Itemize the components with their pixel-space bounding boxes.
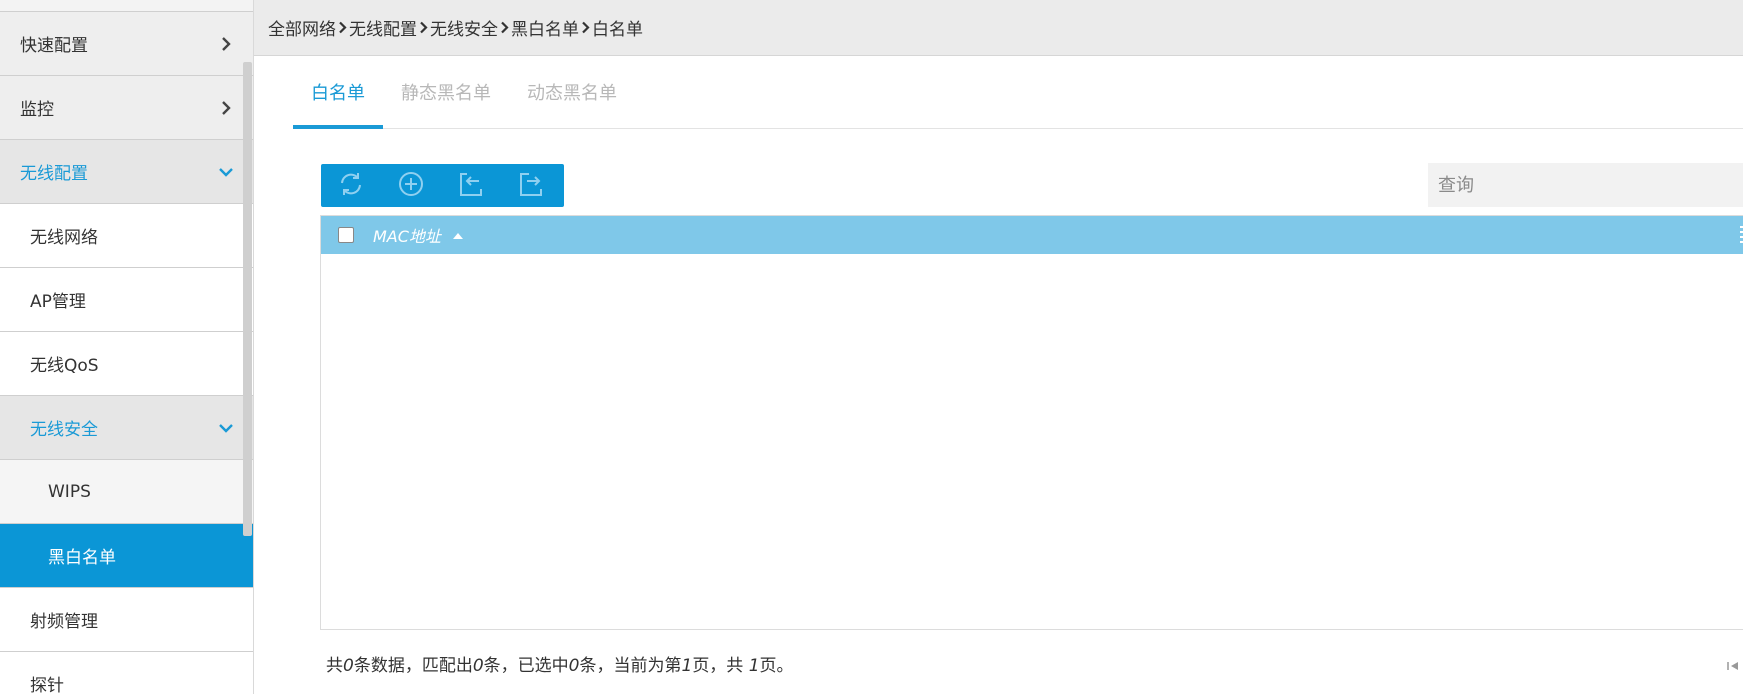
first-page-icon[interactable] — [1727, 657, 1739, 670]
breadcrumb-current: 白名单 — [592, 20, 643, 40]
sidebar-item-quick-config[interactable]: 快速配置 — [0, 12, 253, 76]
sidebar-item-ap-management[interactable]: AP管理 — [0, 268, 253, 332]
chevron-right-icon — [581, 21, 590, 34]
breadcrumb-item[interactable]: 无线配置 — [349, 15, 417, 40]
sidebar-item-probe[interactable]: 探针 — [0, 652, 253, 694]
sidebar-item-label: 无线配置 — [20, 164, 88, 184]
sort-ascending-icon — [452, 232, 463, 239]
matched-count: 0 — [472, 656, 484, 676]
status-text: 条，已选中 — [483, 656, 569, 676]
table-status: 共0条数据，匹配出0条，已选中0条，当前为第1页，共 1页。 — [326, 651, 794, 676]
export-icon — [517, 170, 545, 202]
sidebar: 快速配置 监控 无线配置 无线网络 AP管理 无线QoS 无线安全 WIPS 黑… — [0, 0, 254, 694]
sidebar-item-label: 快速配置 — [20, 36, 88, 56]
total-pages: 1 — [748, 656, 760, 676]
select-all-checkbox[interactable] — [338, 227, 354, 243]
status-text: 页，共 — [692, 656, 749, 676]
chevron-right-icon — [500, 21, 509, 34]
sidebar-item-black-white-list[interactable]: 黑白名单 — [0, 524, 253, 588]
sidebar-item-label: 探针 — [30, 676, 64, 694]
refresh-button[interactable] — [321, 164, 381, 207]
status-text: 页。 — [759, 656, 794, 676]
column-header-mac[interactable]: MAC地址 — [373, 223, 463, 247]
sidebar-item-label: WIPS — [48, 481, 91, 502]
import-icon — [457, 170, 485, 202]
breadcrumb-item[interactable]: 全部网络 — [268, 15, 336, 40]
sidebar-scrollbar[interactable] — [243, 62, 252, 536]
chevron-right-icon — [338, 21, 347, 34]
chevron-right-icon — [419, 21, 428, 34]
status-text: 条数据，匹配出 — [353, 656, 473, 676]
tab-static-blacklist[interactable]: 静态黑名单 — [383, 56, 509, 128]
column-header-label: MAC地址 — [373, 227, 441, 246]
add-circle-icon — [397, 170, 425, 202]
tab-bar: 白名单 静态黑名单 动态黑名单 — [293, 56, 1743, 129]
refresh-icon — [337, 170, 365, 202]
toolbar — [321, 164, 564, 207]
table-header: MAC地址 — [321, 216, 1743, 254]
breadcrumb-item[interactable]: 黑白名单 — [511, 15, 579, 40]
import-button[interactable] — [441, 164, 501, 207]
sidebar-item-label: AP管理 — [30, 292, 86, 312]
sidebar-item-label: 射频管理 — [30, 612, 98, 632]
add-button[interactable] — [381, 164, 441, 207]
sidebar-item-label: 无线安全 — [30, 420, 98, 440]
search-input[interactable] — [1428, 163, 1743, 207]
current-page: 1 — [681, 656, 693, 676]
selected-count: 0 — [568, 656, 580, 676]
chevron-down-icon — [217, 163, 235, 181]
chevron-right-icon — [217, 99, 235, 117]
mac-table: MAC地址 — [320, 215, 1743, 630]
breadcrumb-item[interactable]: 无线安全 — [430, 15, 498, 40]
breadcrumb: 全部网络 无线配置 无线安全 黑白名单 白名单 — [254, 0, 1743, 56]
sidebar-item-wireless-config[interactable]: 无线配置 — [0, 140, 253, 204]
sidebar-item-wireless-qos[interactable]: 无线QoS — [0, 332, 253, 396]
status-text: 条，当前为第 — [579, 656, 682, 676]
chevron-right-icon — [217, 35, 235, 53]
sidebar-item-wireless-security[interactable]: 无线安全 — [0, 396, 253, 460]
sidebar-item-monitor[interactable]: 监控 — [0, 76, 253, 140]
sidebar-item-rf-management[interactable]: 射频管理 — [0, 588, 253, 652]
sidebar-item-wips[interactable]: WIPS — [0, 460, 253, 524]
total-count: 0 — [343, 656, 354, 676]
chevron-down-icon — [217, 419, 235, 437]
tab-whitelist[interactable]: 白名单 — [293, 56, 383, 129]
sidebar-item-label: 监控 — [20, 100, 54, 120]
sidebar-item-wireless-network[interactable]: 无线网络 — [0, 204, 253, 268]
sidebar-item-label: 黑白名单 — [48, 548, 116, 568]
export-button[interactable] — [501, 164, 561, 207]
sidebar-item-label: 无线QoS — [30, 356, 99, 376]
sidebar-item-label: 无线网络 — [30, 228, 98, 248]
tab-dynamic-blacklist[interactable]: 动态黑名单 — [509, 56, 635, 128]
sidebar-top-edge — [0, 0, 253, 12]
status-text: 共 — [326, 656, 343, 676]
